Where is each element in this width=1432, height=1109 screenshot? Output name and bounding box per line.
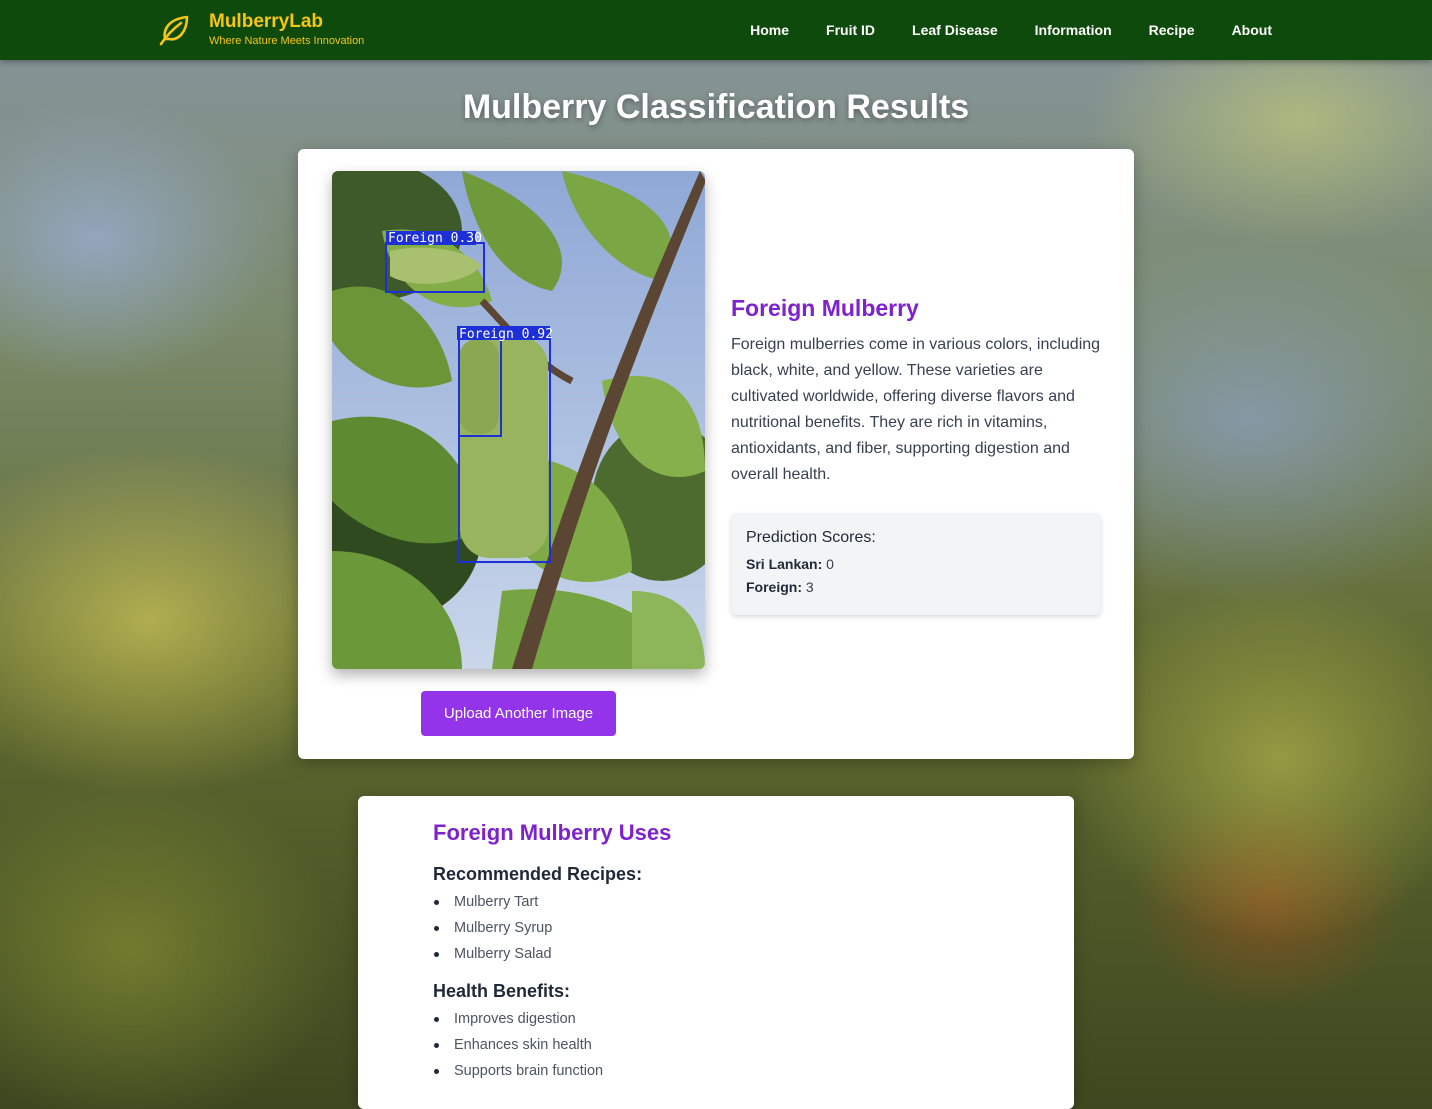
page-title: Mulberry Classification Results <box>462 88 970 126</box>
brand-name: MulberryLab <box>209 11 324 32</box>
brand-tagline: Where Nature Meets Innovation <box>209 35 365 47</box>
uses-title: Foreign Mulberry Uses <box>433 820 672 845</box>
score-sri-lankan: Sri Lankan: 0 <box>746 553 1086 576</box>
recipes-heading: Recommended Recipes: <box>433 864 643 884</box>
prediction-scores-title: Prediction Scores: <box>746 529 876 546</box>
detection-label-2: Foreign 0.92 <box>459 327 553 342</box>
score-foreign-label: Foreign: <box>746 579 802 595</box>
benefits-heading: Health Benefits: <box>433 981 571 1001</box>
nav-link-information[interactable]: Information <box>1035 22 1112 38</box>
score-sri-lankan-value: 0 <box>826 556 834 572</box>
result-image: Foreign 0.30 Foreign 0.92 <box>332 171 705 669</box>
benefits-list: Improves digestion Enhances skin health … <box>433 1006 999 1084</box>
score-sri-lankan-label: Sri Lankan: <box>746 556 823 572</box>
nav-link-leaf-disease[interactable]: Leaf Disease <box>912 22 998 38</box>
variety-title: Foreign Mulberry <box>731 295 919 321</box>
nav-link-recipe[interactable]: Recipe <box>1149 22 1195 38</box>
score-foreign: Foreign: 3 <box>746 576 1086 599</box>
upload-another-image-button[interactable]: Upload Another Image <box>421 691 616 736</box>
uses-card: Foreign Mulberry Uses Recommended Recipe… <box>358 796 1074 1109</box>
score-foreign-value: 3 <box>805 579 814 595</box>
list-item: Mulberry Tart <box>433 889 999 915</box>
brand[interactable]: MulberryLab Where Nature Meets Innovatio… <box>157 10 364 48</box>
classification-card: Foreign 0.30 Foreign 0.92 Upload Another… <box>298 149 1134 759</box>
list-item: Mulberry Salad <box>433 941 999 967</box>
list-item: Supports brain function <box>433 1058 999 1084</box>
list-item: Enhances skin health <box>433 1032 999 1058</box>
list-item: Improves digestion <box>433 1006 999 1032</box>
recipes-list: Mulberry Tart Mulberry Syrup Mulberry Sa… <box>433 889 999 967</box>
nav-link-fruit-id[interactable]: Fruit ID <box>826 22 875 38</box>
navbar: MulberryLab Where Nature Meets Innovatio… <box>0 0 1432 60</box>
list-item: Mulberry Syrup <box>433 915 999 941</box>
prediction-scores-panel: Prediction Scores: Sri Lankan: 0 Foreign… <box>731 513 1101 615</box>
leaf-icon <box>159 15 189 46</box>
detection-label-1: Foreign 0.30 <box>388 231 482 246</box>
nav-link-home[interactable]: Home <box>750 22 789 38</box>
variety-info: Foreign Mulberry Foreign mulberries come… <box>731 295 1101 615</box>
nav-links: Home Fruit ID Leaf Disease Information R… <box>713 0 1272 60</box>
nav-link-about[interactable]: About <box>1232 22 1272 38</box>
variety-description: Foreign mulberries come in various color… <box>731 336 1101 483</box>
